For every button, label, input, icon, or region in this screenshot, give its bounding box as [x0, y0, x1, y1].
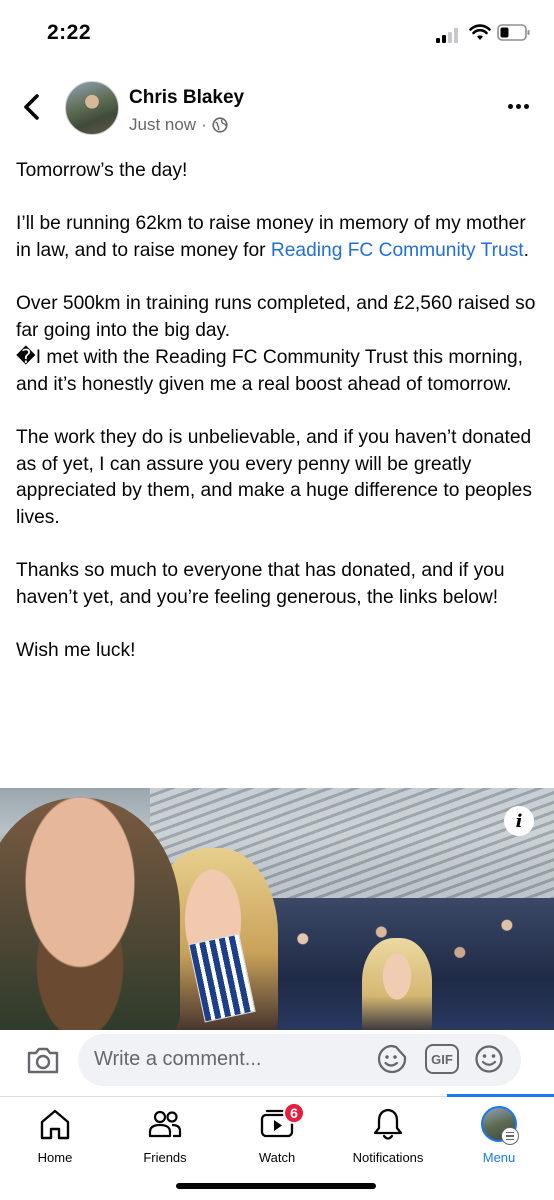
post-photo[interactable]	[0, 788, 554, 1034]
home-icon	[40, 1109, 70, 1140]
photo-person	[0, 798, 180, 1034]
globe-icon[interactable]	[212, 117, 228, 133]
camera-icon[interactable]	[26, 1045, 60, 1075]
tab-friends[interactable]: Friends	[115, 1100, 215, 1170]
tab-label: Notifications	[352, 1150, 424, 1165]
post-timestamp[interactable]: Just now	[129, 115, 196, 135]
more-dot	[524, 103, 529, 109]
post-text-span: .	[523, 239, 529, 261]
emoji-icon[interactable]	[474, 1044, 504, 1074]
tab-notifications[interactable]: Notifications	[338, 1100, 438, 1170]
unsupported-glyph: �	[16, 345, 36, 369]
battery-icon	[497, 24, 530, 41]
post-paragraph: Wish me luck!	[16, 639, 136, 661]
author-avatar[interactable]	[65, 81, 119, 135]
post-paragraph: The work they do is unbelievable, and if…	[16, 426, 532, 528]
active-tab-indicator	[447, 1094, 554, 1097]
meta-separator: ·	[201, 115, 207, 134]
tab-home[interactable]: Home	[5, 1100, 105, 1170]
gif-button[interactable]: GIF	[425, 1044, 459, 1074]
more-dot	[516, 103, 521, 109]
tab-watch[interactable]: Watch	[227, 1100, 327, 1170]
back-button[interactable]	[18, 92, 48, 122]
friends-icon	[148, 1110, 182, 1138]
post-meta: Just now ·	[129, 115, 228, 135]
tab-label: Friends	[143, 1150, 187, 1165]
wifi-icon	[469, 24, 491, 40]
sticker-icon[interactable]	[376, 1043, 408, 1075]
home-indicator	[176, 1183, 376, 1189]
comment-placeholder[interactable]: Write a comment...	[94, 1048, 261, 1071]
menu-hamburger-icon	[501, 1127, 519, 1145]
post-paragraph: Tomorrow’s the day!	[16, 160, 188, 181]
author-name[interactable]: Chris Blakey	[129, 87, 244, 109]
more-dot	[508, 103, 513, 109]
reading-fc-community-trust-link[interactable]: Reading FC Community Trust	[271, 240, 524, 261]
status-time: 2:22	[47, 21, 92, 44]
photo-person	[362, 938, 432, 1034]
status-bar: 2:22	[0, 0, 554, 66]
post-paragraph: Thanks so much to everyone that has dona…	[16, 559, 505, 608]
photo-info-button[interactable]: i	[504, 806, 534, 836]
post-text-span: I met with the Reading FC Community Trus…	[16, 347, 524, 395]
bell-icon	[373, 1108, 403, 1140]
post-paragraph: Over 500km in training runs completed, a…	[16, 291, 541, 398]
post-text: Tomorrow’s the day! I’ll be running 62km…	[16, 158, 541, 691]
tab-label: Menu	[482, 1150, 516, 1165]
watch-notification-badge: 6	[283, 1102, 305, 1124]
tab-label: Watch	[258, 1150, 296, 1165]
post-text-span: Over 500km in training runs completed, a…	[16, 292, 536, 341]
post-paragraph: I’ll be running 62km to raise money in m…	[16, 211, 541, 264]
cellular-signal-icon	[436, 27, 462, 43]
tab-label: Home	[37, 1150, 73, 1165]
more-options-button[interactable]	[508, 98, 536, 114]
